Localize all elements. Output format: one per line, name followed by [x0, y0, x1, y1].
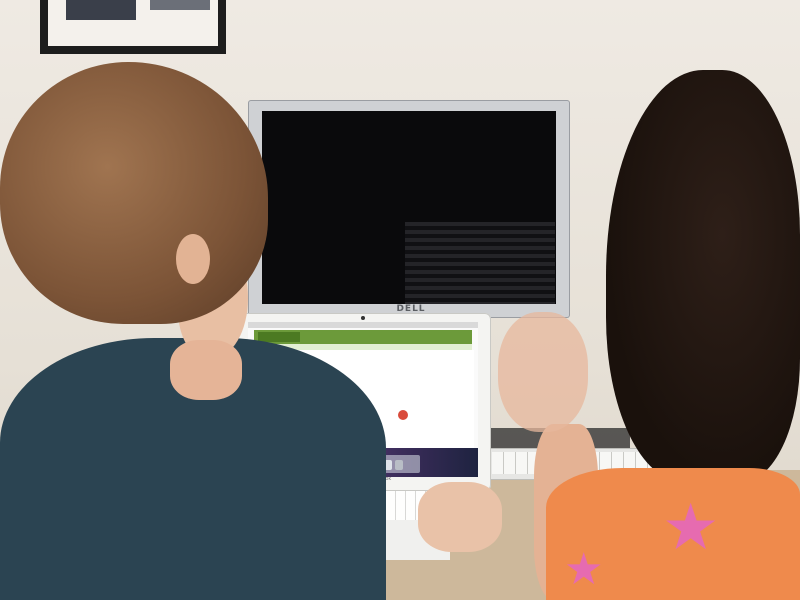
window-blinds-reflection: [405, 222, 555, 304]
girl-hair: [606, 70, 800, 482]
star-icon: ★: [662, 491, 720, 565]
boy-ear: [176, 234, 210, 284]
framed-picture: [40, 0, 226, 54]
girl-waving-hand: [498, 312, 588, 432]
trash-icon[interactable]: [395, 460, 403, 470]
girl-shirt: ★ ★: [546, 468, 800, 600]
star-icon: ★: [564, 544, 604, 595]
boy-hand-trackpad: [418, 482, 502, 552]
app-sprite-icon[interactable]: [398, 410, 408, 420]
os-menubar: [248, 322, 478, 328]
camera-icon: [361, 316, 365, 320]
boy-hand-chin: [170, 340, 242, 400]
